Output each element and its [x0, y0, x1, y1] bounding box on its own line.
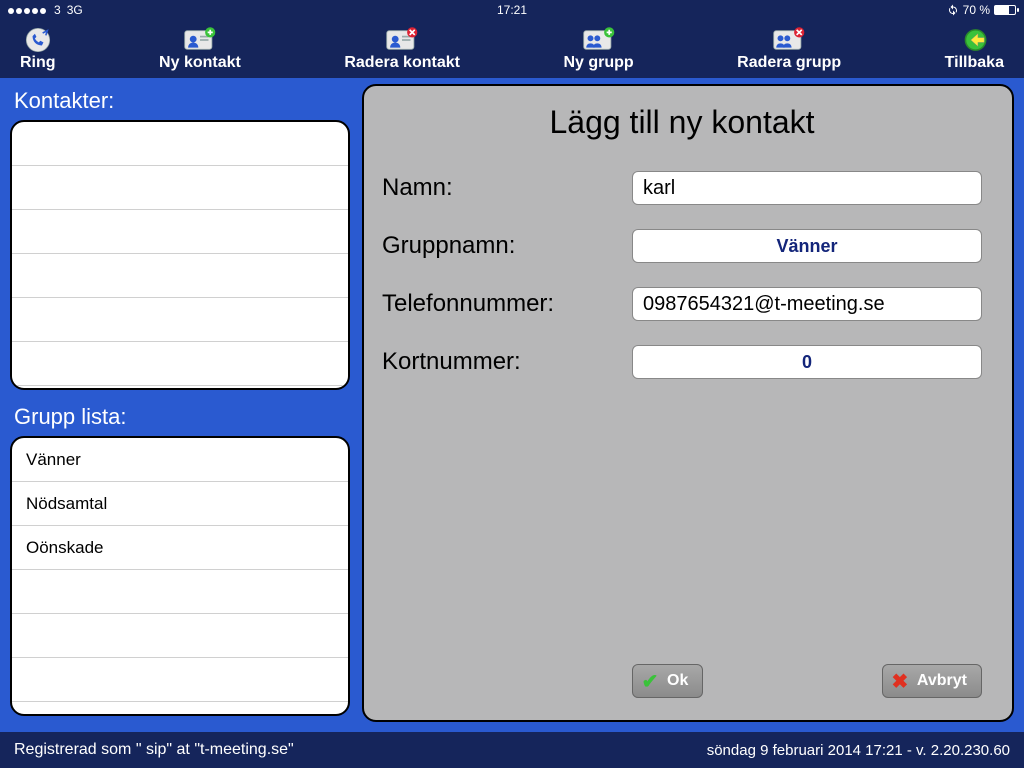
- ok-label: Ok: [667, 672, 688, 690]
- tillbaka-button[interactable]: Tillbaka: [945, 26, 1004, 72]
- footer-datetime-version: söndag 9 februari 2014 17:21 - v. 2.20.2…: [707, 742, 1010, 759]
- signal-dots-icon: [8, 3, 48, 17]
- tillbaka-label: Tillbaka: [945, 54, 1004, 72]
- clock: 17:21: [497, 3, 527, 17]
- ring-button[interactable]: Ring: [20, 26, 56, 72]
- toolbar: Ring Ny kontakt Radera kontakt Ny grupp: [0, 20, 1024, 78]
- delete-contact-icon: [385, 26, 419, 54]
- list-item[interactable]: [12, 166, 348, 210]
- radera-grupp-label: Radera grupp: [737, 54, 841, 72]
- namn-label: Namn:: [382, 174, 632, 202]
- groups-list[interactable]: Vänner Nödsamtal Oönskade: [10, 436, 350, 716]
- main-area: Kontakter: Grupp lista: Vänner Nödsamtal…: [0, 78, 1024, 732]
- avbryt-label: Avbryt: [917, 672, 967, 690]
- phone-icon: [23, 26, 53, 54]
- list-item[interactable]: [12, 658, 348, 702]
- list-item[interactable]: Vänner: [12, 438, 348, 482]
- ny-kontakt-label: Ny kontakt: [159, 54, 241, 72]
- gruppnamn-label: Gruppnamn:: [382, 232, 632, 260]
- delete-group-icon: [772, 26, 806, 54]
- battery-icon: [994, 5, 1016, 15]
- kortnummer-label: Kortnummer:: [382, 348, 632, 376]
- battery-pct: 70 %: [963, 3, 990, 17]
- radera-kontakt-button[interactable]: Radera kontakt: [344, 26, 460, 72]
- kontakter-title: Kontakter:: [14, 88, 346, 114]
- list-item[interactable]: [12, 122, 348, 166]
- back-icon: [959, 26, 989, 54]
- list-item[interactable]: [12, 342, 348, 386]
- telefonnummer-input[interactable]: 0987654321@t-meeting.se: [632, 287, 982, 321]
- contacts-list[interactable]: [10, 120, 350, 390]
- list-item[interactable]: [12, 614, 348, 658]
- list-item[interactable]: [12, 254, 348, 298]
- list-item[interactable]: [12, 210, 348, 254]
- ny-grupp-button[interactable]: Ny grupp: [563, 26, 633, 72]
- ny-kontakt-button[interactable]: Ny kontakt: [159, 26, 241, 72]
- list-item[interactable]: Oönskade: [12, 526, 348, 570]
- add-contact-icon: [183, 26, 217, 54]
- carrier-label: 3: [54, 3, 61, 17]
- add-group-icon: [582, 26, 616, 54]
- registration-status: Registrerad som " sip" at "t-meeting.se": [14, 741, 294, 759]
- refresh-icon: [947, 4, 959, 16]
- list-item[interactable]: Nödsamtal: [12, 482, 348, 526]
- ny-grupp-label: Ny grupp: [563, 54, 633, 72]
- cross-icon: ✖: [889, 670, 911, 692]
- avbryt-button[interactable]: ✖ Avbryt: [882, 664, 982, 698]
- ring-label: Ring: [20, 54, 56, 72]
- list-item[interactable]: [12, 298, 348, 342]
- radera-kontakt-label: Radera kontakt: [344, 54, 460, 72]
- ok-button[interactable]: ✔ Ok: [632, 664, 703, 698]
- radera-grupp-button[interactable]: Radera grupp: [737, 26, 841, 72]
- list-item[interactable]: [12, 570, 348, 614]
- footer: Registrerad som " sip" at "t-meeting.se"…: [0, 732, 1024, 768]
- namn-input[interactable]: karl: [632, 171, 982, 205]
- telefonnummer-label: Telefonnummer:: [382, 290, 632, 318]
- panel-title: Lägg till ny kontakt: [382, 104, 982, 141]
- check-icon: ✔: [639, 670, 661, 692]
- status-bar: 3 3G 17:21 70 %: [0, 0, 1024, 20]
- grupp-title: Grupp lista:: [14, 404, 346, 430]
- network-label: 3G: [67, 3, 83, 17]
- gruppnamn-select[interactable]: Vänner: [632, 229, 982, 263]
- left-column: Kontakter: Grupp lista: Vänner Nödsamtal…: [10, 84, 350, 722]
- kortnummer-input[interactable]: 0: [632, 345, 982, 379]
- add-contact-panel: Lägg till ny kontakt Namn: karl Gruppnam…: [362, 84, 1014, 722]
